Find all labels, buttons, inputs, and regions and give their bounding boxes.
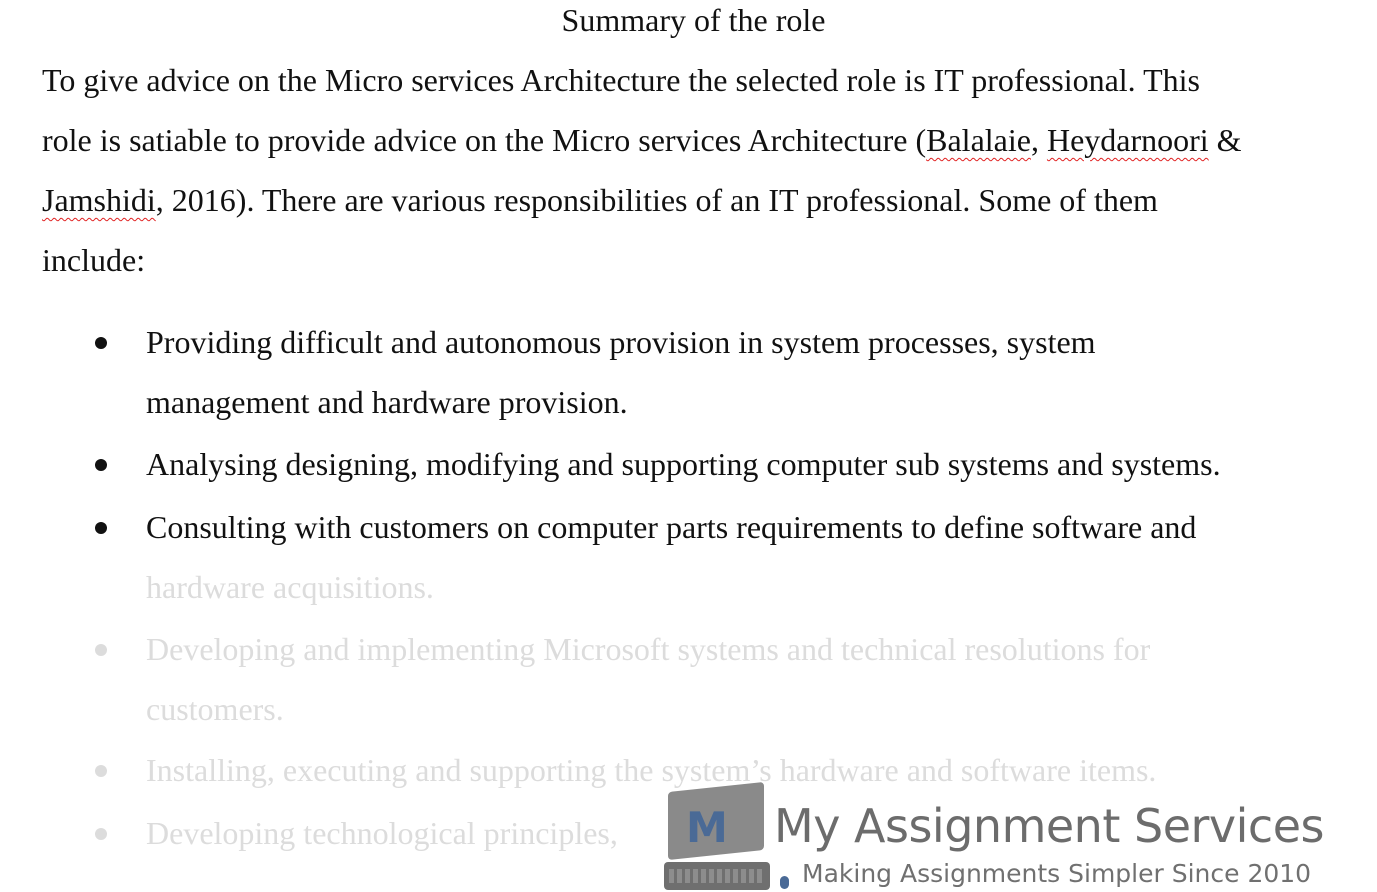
list-item-line: hardware acquisitions. bbox=[146, 569, 434, 605]
spelling-flagged-word: Balalaie bbox=[926, 122, 1031, 158]
brand-name: My Assignment Services bbox=[774, 799, 1324, 853]
list-item-line: Analysing designing, modifying and suppo… bbox=[146, 446, 1221, 482]
list-item-line: Consulting with customers on computer pa… bbox=[146, 509, 1197, 545]
paragraph-line: Jamshidi, 2016). There are various respo… bbox=[42, 170, 1362, 230]
spelling-flagged-word: Heydarnoori bbox=[1046, 122, 1209, 158]
paragraph-line: include: bbox=[42, 230, 1362, 290]
brand-tagline: Making Assignments Simpler Since 2010 bbox=[802, 859, 1312, 888]
mouse-icon bbox=[780, 876, 789, 889]
bullet-icon bbox=[95, 765, 107, 777]
text-run: , bbox=[1030, 122, 1047, 158]
list-item-line: management and hardware provision. bbox=[146, 384, 628, 420]
list-item-line: Developing and implementing Microsoft sy… bbox=[146, 631, 1151, 667]
paragraph-line: role is satiable to provide advice on th… bbox=[42, 110, 1362, 170]
paragraph-line: To give advice on the Micro services Arc… bbox=[42, 50, 1362, 110]
list-item-line: Developing technological principles, bbox=[146, 815, 618, 851]
list-item-line: customers. bbox=[146, 691, 284, 727]
intro-paragraph: To give advice on the Micro services Arc… bbox=[42, 50, 1362, 290]
text-run: & bbox=[1208, 122, 1242, 158]
bullet-icon bbox=[95, 459, 107, 471]
text-run: , 2016). There are various responsibilit… bbox=[155, 182, 1158, 218]
bullet-icon bbox=[95, 644, 107, 656]
document-page: Summary of the role To give advice on th… bbox=[0, 0, 1377, 892]
logo-letter: M bbox=[686, 803, 728, 852]
watermark-logo: M My Assignment Services Making Assignme… bbox=[662, 781, 1324, 892]
text-run: include: bbox=[42, 242, 146, 278]
keyboard-icon bbox=[664, 862, 770, 890]
spelling-flagged-word: Jamshidi bbox=[42, 182, 156, 218]
list-item-line: Providing difficult and autonomous provi… bbox=[146, 324, 1096, 360]
document-title: Summary of the role bbox=[561, 2, 826, 38]
bullet-icon bbox=[95, 828, 107, 840]
bullet-icon bbox=[95, 337, 107, 349]
text-run: To give advice on the Micro services Arc… bbox=[42, 62, 1200, 98]
bullet-icon bbox=[95, 522, 107, 534]
text-run: role is satiable to provide advice on th… bbox=[42, 122, 927, 158]
